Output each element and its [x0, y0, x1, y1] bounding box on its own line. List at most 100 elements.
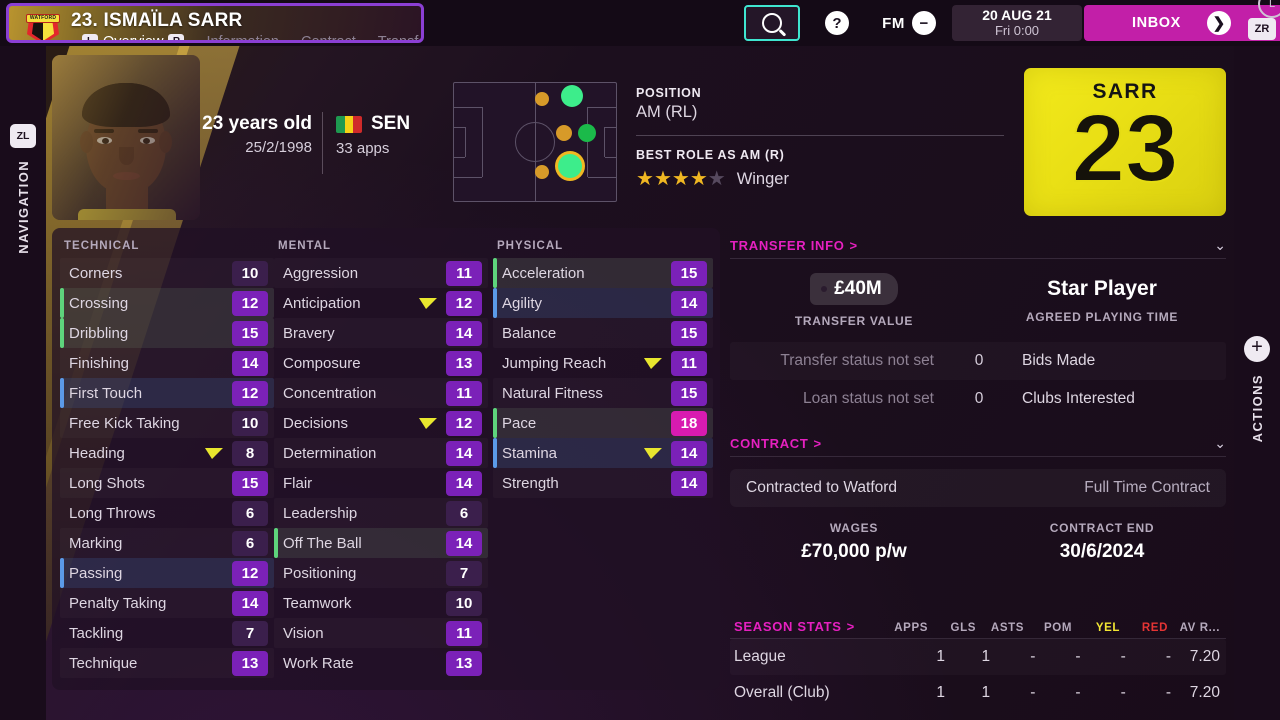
chevron-right-icon: > [849, 237, 858, 253]
stats-column-header[interactable]: POM [1024, 622, 1072, 634]
table-row[interactable]: League 1 1 - - - - 7.20 [730, 639, 1226, 675]
club-crest-label: WATFORD [26, 14, 60, 23]
user-badge[interactable]: ZR [1248, 18, 1276, 40]
wages-value: £70,000 p/w [801, 541, 907, 562]
tab-overview[interactable]: L Overview R [71, 34, 195, 40]
attribute-name: Dribbling [69, 324, 129, 342]
attribute-name: Positioning [283, 564, 357, 582]
attribute-change-arrow-icon [417, 417, 437, 429]
attribute-row[interactable]: Work Rate 13 [274, 648, 488, 678]
attribute-name: Decisions [283, 414, 349, 432]
actions-rail[interactable]: + ACTIONS [1234, 46, 1280, 720]
fm-menu-button[interactable]: FM − [868, 5, 950, 41]
date-display[interactable]: 20 AUG 21 Fri 0:00 [952, 5, 1082, 41]
attribute-row[interactable]: Penalty Taking 14 [60, 588, 274, 618]
tab-contract[interactable]: Contract [290, 34, 367, 40]
stats-column-header[interactable]: GLS [928, 622, 976, 634]
attribute-row[interactable]: Balance 15 [493, 318, 713, 348]
stats-column-header[interactable]: ASTS [976, 622, 1024, 634]
attribute-row[interactable]: First Touch 12 [60, 378, 274, 408]
navigation-rail[interactable]: ZL NAVIGATION [0, 46, 46, 720]
collapse-chevron-icon[interactable]: ⌄ [1214, 237, 1226, 254]
tab-information[interactable]: Information [195, 34, 290, 40]
attribute-row[interactable]: Bravery 14 [274, 318, 488, 348]
transfer-status-row[interactable]: Transfer status not set 0 Bids Made [730, 342, 1226, 380]
attribute-row[interactable]: Corners 10 [60, 258, 274, 288]
navigation-label: NAVIGATION [15, 160, 31, 254]
attribute-name: Finishing [69, 354, 130, 372]
plus-circle-icon[interactable]: + [1244, 336, 1270, 362]
attribute-row[interactable]: Jumping Reach 11 [493, 348, 713, 378]
attribute-name: Marking [69, 534, 123, 552]
stats-column-header[interactable]: YEL [1072, 622, 1120, 634]
attribute-row[interactable]: Teamwork 10 [274, 588, 488, 618]
attribute-name: Acceleration [502, 264, 585, 282]
attribute-name: Technique [69, 654, 138, 672]
attribute-row[interactable]: Free Kick Taking 10 [60, 408, 274, 438]
attribute-row[interactable]: Strength 14 [493, 468, 713, 498]
attribute-row[interactable]: Anticipation 12 [274, 288, 488, 318]
stats-cell: - [1120, 648, 1126, 665]
transfer-info-title: TRANSFER INFO [730, 237, 845, 253]
attribute-row[interactable]: Heading 8 [60, 438, 274, 468]
attribute-name: Balance [502, 324, 557, 342]
transfer-status-row[interactable]: Loan status not set 0 Clubs Interested [730, 380, 1226, 418]
attribute-row[interactable]: Long Throws 6 [60, 498, 274, 528]
attribute-row[interactable]: Concentration 11 [274, 378, 488, 408]
attribute-row[interactable]: Off The Ball 14 [274, 528, 488, 558]
attribute-name: Flair [283, 474, 313, 492]
attribute-row[interactable]: Crossing 12 [60, 288, 274, 318]
attribute-row[interactable]: Finishing 14 [60, 348, 274, 378]
attribute-row[interactable]: Natural Fitness 15 [493, 378, 713, 408]
attribute-value: 6 [232, 500, 268, 526]
attribute-row[interactable]: Tackling 7 [60, 618, 274, 648]
attribute-name: Determination [283, 444, 377, 462]
attribute-name: Aggression [283, 264, 359, 282]
attribute-row[interactable]: Determination 14 [274, 438, 488, 468]
attribute-value: 6 [232, 530, 268, 556]
attribute-row[interactable]: Flair 14 [274, 468, 488, 498]
attribute-row[interactable]: Leadership 6 [274, 498, 488, 528]
attribute-row[interactable]: Composure 13 [274, 348, 488, 378]
best-role-rating: ★★★★★ Winger [636, 169, 1004, 190]
attribute-row[interactable]: Technique 13 [60, 648, 274, 678]
attribute-value: 13 [232, 650, 268, 676]
transfer-status-count: 0 [974, 352, 984, 369]
attribute-row[interactable]: Long Shots 15 [60, 468, 274, 498]
season-stats-title[interactable]: SEASON STATS [734, 619, 842, 634]
help-button[interactable]: ? [806, 5, 868, 41]
table-row[interactable]: Overall (Club) 1 1 - - - - 7.20 [730, 675, 1226, 711]
search-button[interactable] [744, 5, 800, 41]
attribute-row[interactable]: Agility 14 [493, 288, 713, 318]
stats-column-header[interactable]: RED [1120, 622, 1168, 634]
attribute-row[interactable]: Dribbling 15 [60, 318, 274, 348]
collapse-chevron-icon[interactable]: ⌄ [1214, 435, 1226, 452]
contract-header[interactable]: CONTRACT > ⌄ [730, 430, 1226, 456]
attribute-row[interactable]: Decisions 12 [274, 408, 488, 438]
attribute-row[interactable]: Acceleration 15 [493, 258, 713, 288]
transfer-status-label: Transfer status not set [780, 352, 934, 369]
attribute-name: Bravery [283, 324, 335, 342]
star-filled: ★ [636, 168, 654, 190]
stats-column-header[interactable]: APPS [880, 622, 928, 634]
star-filled: ★ [671, 168, 690, 190]
attribute-row[interactable]: Aggression 11 [274, 258, 488, 288]
wages-caption: WAGES [829, 521, 879, 535]
attribute-row[interactable]: Positioning 7 [274, 558, 488, 588]
attribute-row[interactable]: Marking 6 [60, 528, 274, 558]
stats-column-header[interactable]: AV R... [1168, 622, 1226, 634]
transfer-info-header[interactable]: TRANSFER INFO > ⌄ [730, 232, 1226, 258]
season-stats-rows: League 1 1 - - - - 7.20 Overall (Club) 1 1 - - - - 7.20 [730, 639, 1226, 711]
tab-transfer[interactable]: Transfer [367, 34, 421, 40]
attribute-row[interactable]: Vision 11 [274, 618, 488, 648]
attributes-panel: TECHNICAL Corners 10 Crossing 12 Dribbling 15… [52, 228, 720, 690]
stats-cell: 7.20 [1189, 684, 1220, 701]
attribute-row[interactable]: Stamina 14 [493, 438, 713, 468]
attribute-name: Concentration [283, 384, 377, 402]
contract-end-caption: CONTRACT END [1049, 521, 1155, 535]
attribute-row[interactable]: Pace 18 [493, 408, 713, 438]
attribute-row[interactable]: Passing 12 [60, 558, 274, 588]
attribute-value: 14 [446, 470, 482, 496]
column-heading-technical: TECHNICAL [64, 240, 140, 252]
attribute-value: 12 [232, 560, 268, 586]
